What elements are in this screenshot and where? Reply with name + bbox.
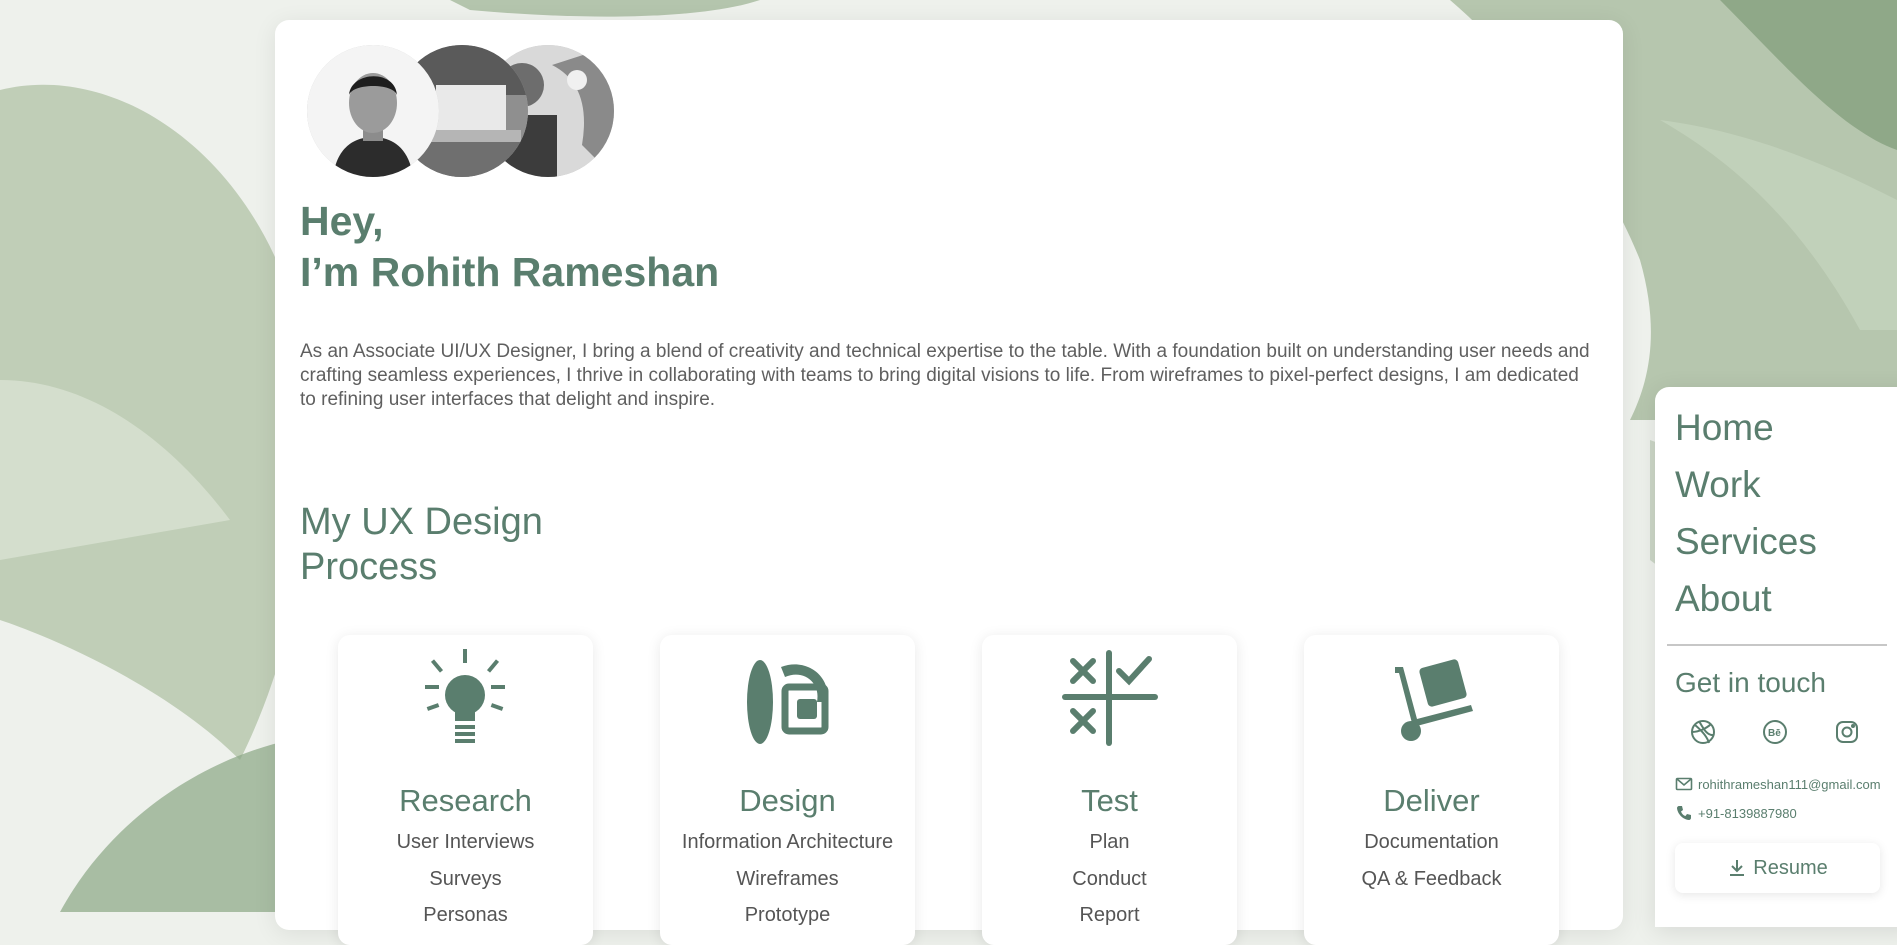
step-item: Plan: [1089, 831, 1130, 853]
nav-work[interactable]: Work: [1675, 464, 1761, 506]
email-contact[interactable]: rohithrameshan111@gmail.com: [1675, 775, 1881, 793]
step-items: Documentation QA & Feedback: [1304, 824, 1559, 897]
get-in-touch-heading: Get in touch: [1675, 667, 1826, 698]
phone-text: +91-8139887980: [1698, 805, 1797, 821]
process-title-line1: My UX Design: [300, 501, 543, 543]
mail-icon: [1675, 777, 1693, 791]
step-item: Information Architecture: [681, 831, 894, 853]
svg-text:Bē: Bē: [1768, 728, 1781, 739]
step-card-research: Research User Interviews Surveys Persona…: [338, 635, 593, 945]
main-card: Hey, I’m Rohith Rameshan As an Associate…: [275, 20, 1623, 945]
step-item: Surveys: [429, 867, 502, 890]
step-title: Test: [1081, 783, 1138, 818]
side-nav-panel: Home Work Services About Get in touch Bē…: [1655, 387, 1897, 927]
nav-about[interactable]: About: [1675, 578, 1772, 620]
instagram-icon[interactable]: [1833, 718, 1861, 746]
step-card-test: Test Plan Conduct Report: [982, 635, 1237, 945]
step-items: Information Architecture Wireframes Prot…: [660, 824, 915, 934]
step-item: Personas: [423, 904, 508, 926]
step-card-deliver: Deliver Documentation QA & Feedback: [1304, 635, 1559, 945]
nav-divider: [1667, 644, 1887, 646]
process-title-line2: Process: [300, 546, 438, 588]
step-title: Design: [739, 783, 836, 818]
hero-greeting: Hey,: [300, 198, 384, 244]
process-heading: My UX Design Process: [300, 500, 620, 590]
lightbulb-icon: [415, 647, 515, 747]
nav-services[interactable]: Services: [1675, 521, 1817, 563]
step-title: Research: [399, 783, 532, 818]
download-icon: [1730, 860, 1745, 876]
hero-heading: Hey, I’m Rohith Rameshan: [300, 196, 719, 298]
hand-truck-icon: [1381, 647, 1481, 747]
step-item: Conduct: [1072, 867, 1147, 890]
process-steps: Research User Interviews Surveys Persona…: [338, 635, 1559, 945]
resume-label: Resume: [1753, 856, 1828, 879]
step-item: User Interviews: [396, 831, 535, 853]
step-card-design: Design Information Architecture Wirefram…: [660, 635, 915, 945]
phone-contact[interactable]: +91-8139887980: [1675, 804, 1797, 822]
step-item: Wireframes: [736, 867, 839, 890]
step-items: User Interviews Surveys Personas: [338, 824, 593, 934]
avatar-portrait: [307, 45, 439, 177]
hero-intro: As an Associate UI/UX Designer, I bring …: [300, 341, 1590, 410]
email-text: rohithrameshan111@gmail.com: [1698, 776, 1881, 792]
step-item: Documentation: [1364, 831, 1499, 853]
test-grid-icon: [1059, 647, 1159, 747]
hero-name: I’m Rohith Rameshan: [300, 249, 720, 295]
step-item: Report: [1079, 904, 1140, 926]
nav-home[interactable]: Home: [1675, 407, 1774, 449]
step-item: QA & Feedback: [1361, 867, 1502, 890]
dribbble-icon[interactable]: [1689, 718, 1717, 746]
phone-icon: [1677, 806, 1691, 820]
step-items: Plan Conduct Report: [982, 824, 1237, 934]
avatar-group: [307, 45, 627, 179]
design-tools-icon: [737, 647, 837, 747]
step-item: Prototype: [744, 904, 831, 926]
step-title: Deliver: [1383, 783, 1480, 818]
resume-button[interactable]: Resume: [1675, 843, 1880, 893]
behance-icon[interactable]: Bē: [1761, 718, 1789, 746]
